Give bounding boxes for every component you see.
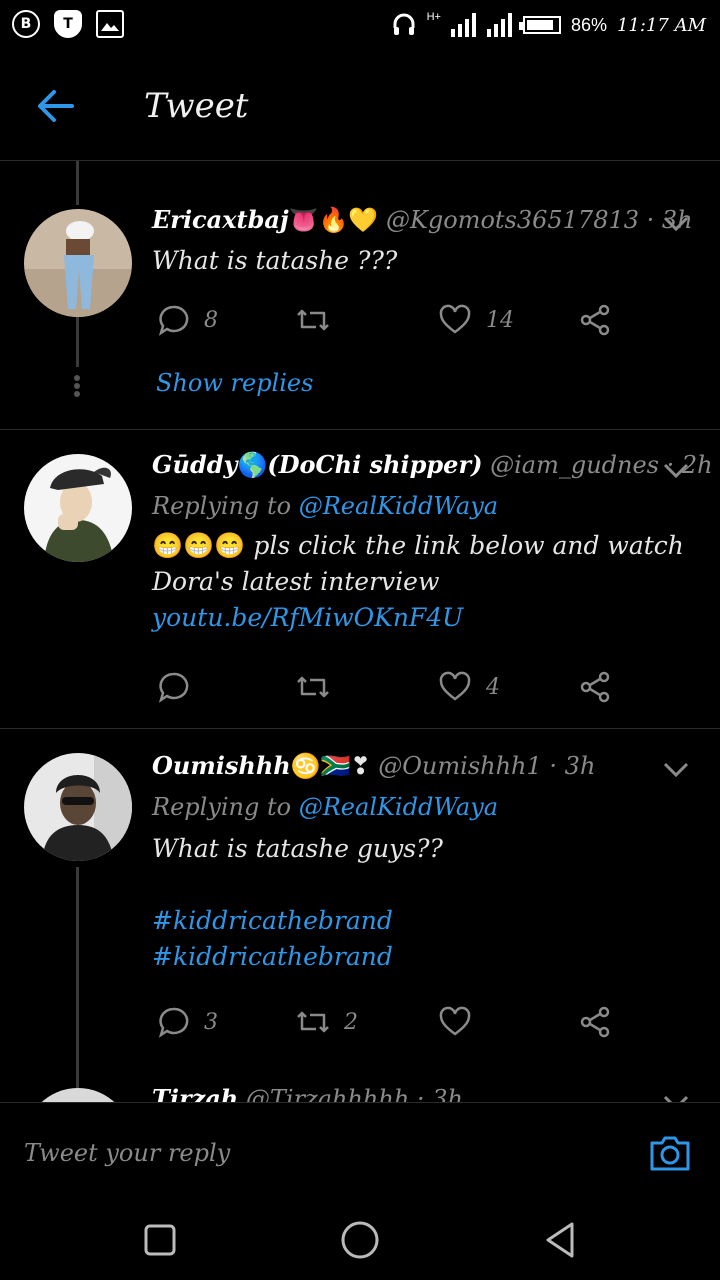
- hashtag-link[interactable]: #kiddricathebrand: [152, 903, 700, 939]
- author-emoji: 👅🔥💛: [288, 207, 379, 234]
- author-handle: @Oumishhh1: [378, 752, 542, 780]
- thread-line: [76, 317, 79, 367]
- tweet-age: · 3h: [549, 752, 596, 780]
- heart-icon: [439, 1006, 471, 1036]
- signal-icon-2: [486, 13, 512, 37]
- share-button[interactable]: [578, 670, 612, 704]
- replying-label: Replying to: [152, 492, 292, 520]
- author-name[interactable]: Ericaxtbaj: [152, 205, 289, 234]
- retweet-icon: [297, 309, 329, 331]
- reply-icon: [158, 672, 189, 703]
- retweet-button[interactable]: [296, 670, 344, 704]
- share-icon: [580, 304, 610, 336]
- reply-button[interactable]: 8: [156, 303, 218, 337]
- tweet-actions: 3 2: [152, 1005, 632, 1045]
- tweet-actions: 8 14: [152, 303, 632, 343]
- clock: 11:17 AM: [616, 14, 706, 36]
- chevron-down-icon[interactable]: [662, 215, 690, 233]
- chevron-down-icon[interactable]: [662, 462, 690, 480]
- tweet-3[interactable]: Oumishhh♋🇿🇦❣ @Oumishhh1 · 3h Replying to…: [0, 729, 720, 1101]
- shield-icon: T: [54, 10, 82, 38]
- avatar[interactable]: [24, 454, 132, 562]
- like-count: 14: [486, 307, 514, 333]
- like-button[interactable]: 4: [438, 670, 500, 704]
- reply-icon: [158, 305, 189, 336]
- author-handle: @Kgomots36517813: [385, 206, 640, 234]
- show-replies-link[interactable]: Show replies: [156, 369, 313, 397]
- battery-percent: 86%: [570, 14, 607, 35]
- tweet-4[interactable]: Tirzah @Tirzahhhhh · 3h: [0, 1082, 720, 1104]
- status-bar: B T H+ 86% 11:17 AM: [0, 0, 720, 50]
- share-button[interactable]: [578, 1005, 612, 1039]
- like-button[interactable]: [438, 1005, 486, 1039]
- signal-icon: [450, 13, 476, 37]
- reply-button[interactable]: 3: [156, 1005, 218, 1039]
- tweet-2[interactable]: Gūddy🌎(DoChi shipper) @iam_gudnes · 2h R…: [0, 430, 720, 729]
- hashtag-link[interactable]: #kiddricathebrand: [152, 939, 700, 975]
- replying-to-link[interactable]: @RealKiddWaya: [299, 793, 498, 821]
- heart-icon: [439, 304, 471, 334]
- tweet-actions: 4: [152, 670, 632, 710]
- author-emoji: 🌎: [237, 452, 268, 479]
- tweet-text: What is tatashe guys??: [152, 834, 443, 863]
- share-button[interactable]: [578, 303, 612, 337]
- share-icon: [580, 671, 610, 703]
- reply-icon: [158, 1007, 189, 1038]
- avatar[interactable]: [24, 209, 132, 317]
- author-handle: @iam_gudnes: [490, 451, 659, 479]
- b-icon: B: [12, 10, 40, 38]
- tweet-text: What is tatashe ???: [152, 246, 398, 275]
- author-name-suffix: (DoChi shipper): [267, 450, 483, 479]
- retweet-button[interactable]: 2: [296, 1005, 358, 1039]
- thread-line: [76, 867, 79, 1101]
- app-bar: Tweet: [0, 50, 720, 161]
- reply-bar: Tweet your reply: [0, 1102, 720, 1196]
- like-button[interactable]: 14: [438, 303, 514, 337]
- replying-label: Replying to: [152, 793, 292, 821]
- share-icon: [580, 1006, 610, 1038]
- retweet-icon: [297, 1011, 329, 1033]
- avatar[interactable]: [24, 753, 132, 861]
- like-count: 4: [486, 674, 500, 700]
- page-title: Tweet: [144, 86, 249, 126]
- retweet-count: 2: [344, 1009, 358, 1035]
- thread-line: [76, 161, 79, 205]
- author-emoji: ♋🇿🇦❣: [290, 753, 371, 780]
- image-icon: [96, 10, 124, 38]
- reply-count: 8: [204, 307, 218, 333]
- reply-input[interactable]: Tweet your reply: [24, 1139, 230, 1167]
- home-icon[interactable]: [340, 1220, 380, 1260]
- tweet-emoji: 😁😁😁: [152, 532, 246, 560]
- reply-button[interactable]: [156, 670, 204, 704]
- camera-icon[interactable]: [648, 1133, 692, 1173]
- thread-dots: [74, 373, 82, 399]
- heart-icon: [439, 671, 471, 701]
- chevron-down-icon[interactable]: [662, 761, 690, 779]
- tweet-1[interactable]: Ericaxtbaj👅🔥💛 @Kgomots36517813 · 3h What…: [0, 161, 720, 430]
- retweet-button[interactable]: [296, 303, 344, 337]
- back-icon[interactable]: [540, 1220, 580, 1260]
- author-name[interactable]: Tirzah: [152, 1084, 238, 1104]
- headset-icon: [393, 13, 415, 35]
- author-name[interactable]: Gūddy: [152, 450, 237, 479]
- tweet-link[interactable]: youtu.be/RfMiwOKnF4U: [152, 600, 700, 636]
- author-name[interactable]: Oumishhh: [152, 751, 291, 780]
- network-type: H+: [426, 11, 441, 23]
- back-arrow-icon[interactable]: [36, 88, 76, 124]
- recent-apps-icon[interactable]: [140, 1220, 180, 1260]
- battery-icon: [518, 16, 561, 34]
- replying-to-link[interactable]: @RealKiddWaya: [299, 492, 498, 520]
- reply-count: 3: [204, 1009, 218, 1035]
- retweet-icon: [297, 676, 329, 698]
- system-nav-bar: [0, 1194, 720, 1280]
